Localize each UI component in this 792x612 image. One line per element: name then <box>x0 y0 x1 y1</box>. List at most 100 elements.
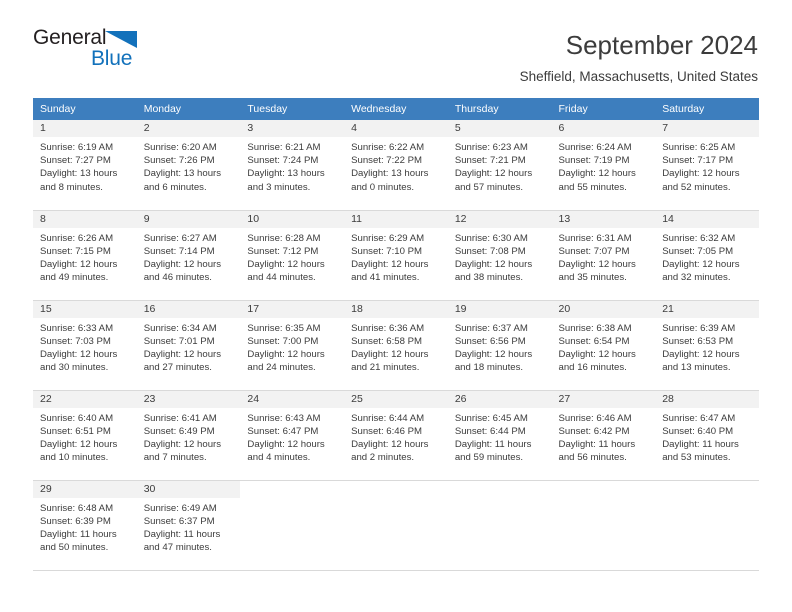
day-number: 15 <box>33 300 137 318</box>
day-number: 11 <box>344 210 448 228</box>
day-cell[interactable]: 11 Sunrise: 6:29 AM Sunset: 7:10 PM Dayl… <box>344 210 448 301</box>
day-cell[interactable]: 29 Sunrise: 6:48 AM Sunset: 6:39 PM Dayl… <box>33 480 137 571</box>
sunrise-text: Sunrise: 6:43 AM <box>247 412 321 424</box>
sunset-text: Sunset: 7:14 PM <box>143 245 215 257</box>
page-title: September 2024 <box>565 30 758 60</box>
sunset-text: Sunset: 7:12 PM <box>247 245 319 257</box>
day-cell[interactable]: 15 Sunrise: 6:33 AM Sunset: 7:03 PM Dayl… <box>33 300 137 391</box>
daylight-text-line1: Daylight: 11 hours <box>558 438 636 450</box>
day-info: Sunrise: 6:35 AM Sunset: 7:00 PM Dayligh… <box>240 318 344 375</box>
daylight-text-line1: Daylight: 13 hours <box>143 168 222 180</box>
daylight-text-line2: and 7 minutes. <box>143 452 207 464</box>
daylight-text-line2: and 8 minutes. <box>40 181 103 193</box>
day-cell[interactable]: 13 Sunrise: 6:31 AM Sunset: 7:07 PM Dayl… <box>551 210 656 301</box>
day-cell[interactable]: 3 Sunrise: 6:21 AM Sunset: 7:24 PM Dayli… <box>240 120 345 211</box>
daylight-text-line1: Daylight: 12 hours <box>662 348 740 360</box>
sunset-text: Sunset: 7:27 PM <box>40 155 111 167</box>
day-cell[interactable]: 25 Sunrise: 6:44 AM Sunset: 6:46 PM Dayl… <box>344 390 448 481</box>
day-cell[interactable]: 22 Sunrise: 6:40 AM Sunset: 6:51 PM Dayl… <box>33 390 137 481</box>
daylight-text-line1: Daylight: 13 hours <box>351 168 429 180</box>
logo-text-blue: Blue <box>91 47 133 70</box>
daylight-text-line2: and 38 minutes. <box>454 272 524 284</box>
calendar-grid: Sunday Monday Tuesday Wednesday Thursday… <box>33 98 759 571</box>
sunset-text: Sunset: 6:53 PM <box>662 335 734 347</box>
day-cell[interactable]: 19 Sunrise: 6:37 AM Sunset: 6:56 PM Dayl… <box>447 300 552 391</box>
day-info: Sunrise: 6:40 AM Sunset: 6:51 PM Dayligh… <box>33 408 137 465</box>
daylight-text-line1: Daylight: 12 hours <box>351 438 429 450</box>
day-cell[interactable]: 21 Sunrise: 6:39 AM Sunset: 6:53 PM Dayl… <box>655 300 759 391</box>
day-number: 10 <box>240 210 345 228</box>
day-cell[interactable]: 30 Sunrise: 6:49 AM Sunset: 6:37 PM Dayl… <box>136 480 241 571</box>
sunset-text: Sunset: 7:19 PM <box>558 155 630 167</box>
daylight-text-line1: Daylight: 11 hours <box>143 528 221 540</box>
weekday-header-saturday: Saturday <box>655 98 759 120</box>
daylight-text-line2: and 41 minutes. <box>351 272 420 284</box>
sunrise-text: Sunrise: 6:29 AM <box>351 232 425 244</box>
general-blue-logo[interactable]: General Blue <box>33 26 153 74</box>
daylight-text-line1: Daylight: 12 hours <box>662 168 740 180</box>
day-cell[interactable]: 12 Sunrise: 6:30 AM Sunset: 7:08 PM Dayl… <box>447 210 552 301</box>
day-cell[interactable]: 6 Sunrise: 6:24 AM Sunset: 7:19 PM Dayli… <box>551 120 656 211</box>
daylight-text-line2: and 50 minutes. <box>40 542 109 554</box>
daylight-text-line2: and 55 minutes. <box>558 181 627 193</box>
daylight-text-line1: Daylight: 12 hours <box>558 168 636 180</box>
day-cell[interactable]: 10 Sunrise: 6:28 AM Sunset: 7:12 PM Dayl… <box>240 210 345 301</box>
day-cell[interactable]: 4 Sunrise: 6:22 AM Sunset: 7:22 PM Dayli… <box>344 120 448 211</box>
day-number: 18 <box>344 300 448 318</box>
day-number: 19 <box>447 300 552 318</box>
day-cell[interactable]: 14 Sunrise: 6:32 AM Sunset: 7:05 PM Dayl… <box>655 210 759 301</box>
day-cell[interactable]: 9 Sunrise: 6:27 AM Sunset: 7:14 PM Dayli… <box>136 210 241 301</box>
daylight-text-line1: Daylight: 12 hours <box>143 258 222 270</box>
sunset-text: Sunset: 7:10 PM <box>351 245 423 257</box>
day-info: Sunrise: 6:23 AM Sunset: 7:21 PM Dayligh… <box>448 137 552 194</box>
day-info: Sunrise: 6:48 AM Sunset: 6:39 PM Dayligh… <box>33 498 137 555</box>
daylight-text-line1: Daylight: 12 hours <box>351 258 429 270</box>
day-info: Sunrise: 6:47 AM Sunset: 6:40 PM Dayligh… <box>655 408 759 465</box>
day-info: Sunrise: 6:30 AM Sunset: 7:08 PM Dayligh… <box>448 228 552 285</box>
day-info: Sunrise: 6:45 AM Sunset: 6:44 PM Dayligh… <box>448 408 552 465</box>
day-cell[interactable]: 20 Sunrise: 6:38 AM Sunset: 6:54 PM Dayl… <box>551 300 656 391</box>
calendar-week-row: 8 Sunrise: 6:26 AM Sunset: 7:15 PM Dayli… <box>33 210 759 301</box>
day-cell[interactable]: 8 Sunrise: 6:26 AM Sunset: 7:15 PM Dayli… <box>33 210 137 301</box>
day-cell[interactable]: 16 Sunrise: 6:34 AM Sunset: 7:01 PM Dayl… <box>136 300 241 391</box>
sunrise-text: Sunrise: 6:19 AM <box>40 142 114 153</box>
sunset-text: Sunset: 6:40 PM <box>662 425 734 437</box>
daylight-text-line2: and 59 minutes. <box>454 452 524 464</box>
day-cell[interactable]: 26 Sunrise: 6:45 AM Sunset: 6:44 PM Dayl… <box>447 390 552 481</box>
day-cell[interactable]: 24 Sunrise: 6:43 AM Sunset: 6:47 PM Dayl… <box>240 390 345 481</box>
day-cell[interactable]: 28 Sunrise: 6:47 AM Sunset: 6:40 PM Dayl… <box>655 390 759 481</box>
day-number: 28 <box>655 390 759 408</box>
daylight-text-line1: Daylight: 12 hours <box>143 348 222 360</box>
day-info: Sunrise: 6:28 AM Sunset: 7:12 PM Dayligh… <box>240 228 344 285</box>
daylight-text-line2: and 46 minutes. <box>143 272 212 284</box>
day-number: 6 <box>551 120 656 137</box>
day-cell[interactable]: 17 Sunrise: 6:35 AM Sunset: 7:00 PM Dayl… <box>240 300 345 391</box>
sunrise-text: Sunrise: 6:36 AM <box>351 322 425 334</box>
daylight-text-line1: Daylight: 12 hours <box>40 258 118 270</box>
calendar-week-row: 1 Sunrise: 6:19 AM Sunset: 7:27 PM Dayli… <box>33 120 759 211</box>
day-cell[interactable]: 27 Sunrise: 6:46 AM Sunset: 6:42 PM Dayl… <box>551 390 656 481</box>
day-number <box>240 480 345 498</box>
day-cell[interactable]: 1 Sunrise: 6:19 AM Sunset: 7:27 PM Dayli… <box>33 120 137 211</box>
sunrise-text: Sunrise: 6:33 AM <box>40 322 114 334</box>
day-cell[interactable]: 18 Sunrise: 6:36 AM Sunset: 6:58 PM Dayl… <box>344 300 448 391</box>
sunset-text: Sunset: 7:24 PM <box>247 155 319 167</box>
daylight-text-line1: Daylight: 12 hours <box>662 258 740 270</box>
day-cell[interactable]: 2 Sunrise: 6:20 AM Sunset: 7:26 PM Dayli… <box>136 120 241 211</box>
day-cell[interactable]: 5 Sunrise: 6:23 AM Sunset: 7:21 PM Dayli… <box>447 120 552 211</box>
sunrise-text: Sunrise: 6:23 AM <box>454 142 528 153</box>
day-info: Sunrise: 6:49 AM Sunset: 6:37 PM Dayligh… <box>137 498 241 555</box>
day-cell[interactable]: 23 Sunrise: 6:41 AM Sunset: 6:49 PM Dayl… <box>136 390 241 481</box>
day-info: Sunrise: 6:26 AM Sunset: 7:15 PM Dayligh… <box>33 228 137 285</box>
weekday-header-friday: Friday <box>551 98 656 120</box>
sunrise-text: Sunrise: 6:27 AM <box>143 232 217 244</box>
sunset-text: Sunset: 6:37 PM <box>143 515 215 527</box>
day-info: Sunrise: 6:41 AM Sunset: 6:49 PM Dayligh… <box>137 408 241 465</box>
day-cell[interactable]: 7 Sunrise: 6:25 AM Sunset: 7:17 PM Dayli… <box>655 120 759 211</box>
sunrise-text: Sunrise: 6:21 AM <box>247 142 321 153</box>
day-info: Sunrise: 6:21 AM Sunset: 7:24 PM Dayligh… <box>240 137 344 194</box>
weekday-header-wednesday: Wednesday <box>344 98 448 120</box>
sunset-text: Sunset: 7:17 PM <box>662 155 734 167</box>
daylight-text-line2: and 18 minutes. <box>454 362 524 374</box>
day-cell-empty <box>551 480 656 571</box>
